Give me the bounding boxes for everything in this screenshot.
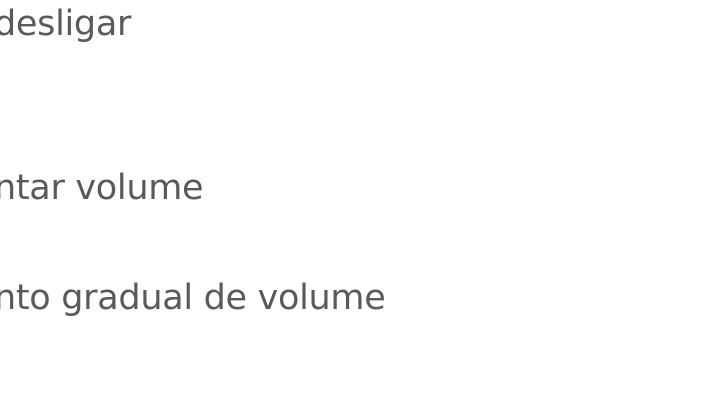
- settings-screen: desligar ntar volume nto gradual de volu…: [0, 0, 703, 414]
- settings-item-label: desligar: [0, 4, 132, 44]
- settings-item-label: ntar volume: [0, 168, 204, 208]
- settings-item-label: nto gradual de volume: [0, 278, 386, 318]
